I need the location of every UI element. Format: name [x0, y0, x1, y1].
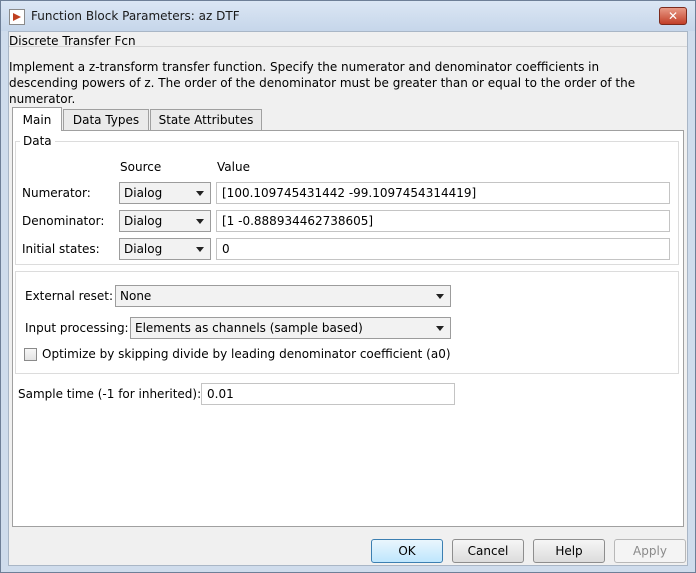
- tab-main[interactable]: Main: [12, 107, 62, 131]
- close-button[interactable]: ✕: [659, 7, 687, 25]
- initial-states-source-value: Dialog: [124, 242, 163, 256]
- denominator-label: Denominator:: [22, 214, 105, 228]
- denominator-source-value: Dialog: [124, 214, 163, 228]
- main-tab-panel: Data Source Value Numerator: Dialog [100…: [12, 130, 684, 527]
- initial-states-label: Initial states:: [22, 242, 100, 256]
- input-processing-select[interactable]: Elements as channels (sample based): [130, 317, 451, 339]
- data-group-title: Data: [20, 134, 55, 148]
- ok-button[interactable]: OK: [371, 539, 443, 563]
- help-button[interactable]: Help: [533, 539, 605, 563]
- chevron-down-icon: [196, 219, 204, 224]
- tab-data-types[interactable]: Data Types: [63, 109, 149, 130]
- title-bar[interactable]: Function Block Parameters: az DTF ✕: [1, 1, 695, 31]
- numerator-source-value: Dialog: [124, 186, 163, 200]
- cancel-button[interactable]: Cancel: [452, 539, 524, 563]
- input-processing-label: Input processing:: [25, 321, 129, 335]
- options-group: External reset: None Input processing: E…: [15, 271, 679, 374]
- denominator-source-select[interactable]: Dialog: [119, 210, 211, 232]
- chevron-down-icon: [196, 191, 204, 196]
- optimize-label: Optimize by skipping divide by leading d…: [42, 347, 451, 361]
- initial-states-field[interactable]: 0: [216, 238, 670, 260]
- chevron-down-icon: [436, 294, 444, 299]
- window-title: Function Block Parameters: az DTF: [31, 9, 240, 23]
- input-processing-value: Elements as channels (sample based): [135, 321, 363, 335]
- block-description: Implement a z-transform transfer functio…: [9, 60, 636, 106]
- numerator-field[interactable]: [100.109745431442 -99.1097454314419]: [216, 182, 670, 204]
- initial-states-source-select[interactable]: Dialog: [119, 238, 211, 260]
- chevron-down-icon: [196, 247, 204, 252]
- external-reset-value: None: [120, 289, 152, 303]
- apply-button[interactable]: Apply: [614, 539, 686, 563]
- dialog-window: Function Block Parameters: az DTF ✕ Disc…: [0, 0, 696, 573]
- tab-state-attributes[interactable]: State Attributes: [150, 109, 262, 130]
- description-group: Implement a z-transform transfer functio…: [9, 46, 687, 106]
- optimize-checkbox[interactable]: [24, 348, 37, 361]
- sample-time-label: Sample time (-1 for inherited):: [18, 387, 202, 401]
- value-column-header: Value: [217, 160, 250, 174]
- external-reset-label: External reset:: [25, 289, 114, 303]
- dialog-client: Discrete Transfer Fcn Implement a z-tran…: [8, 31, 688, 566]
- numerator-source-select[interactable]: Dialog: [119, 182, 211, 204]
- sample-time-field[interactable]: 0.01: [201, 383, 455, 405]
- numerator-label: Numerator:: [22, 186, 91, 200]
- source-column-header: Source: [120, 160, 162, 174]
- chevron-down-icon: [436, 326, 444, 331]
- data-group: Data Source Value Numerator: Dialog [100…: [15, 134, 679, 265]
- external-reset-select[interactable]: None: [115, 285, 451, 307]
- denominator-field[interactable]: [1 -0.888934462738605]: [216, 210, 670, 232]
- simulink-block-icon: [9, 9, 25, 25]
